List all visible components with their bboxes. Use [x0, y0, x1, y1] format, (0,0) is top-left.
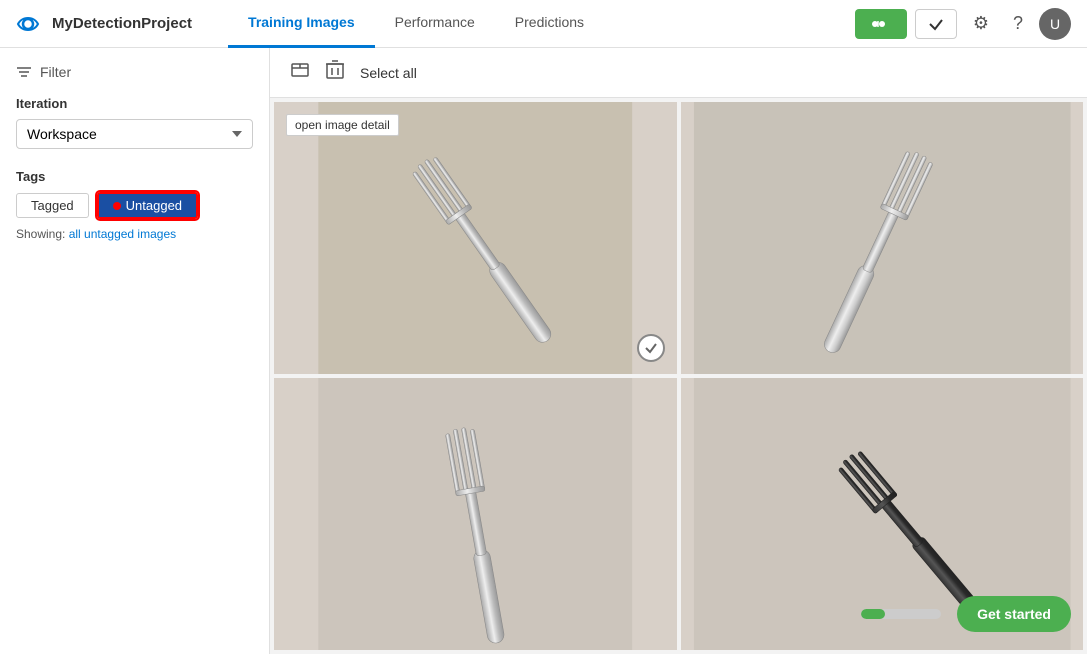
filter-row: Filter	[16, 64, 253, 80]
select-all-button[interactable]: Select all	[360, 65, 417, 81]
project-name: MyDetectionProject	[52, 15, 192, 32]
avatar: U	[1039, 8, 1071, 40]
header-actions: ⚙ ? U	[855, 8, 1071, 40]
tags-label: Tags	[16, 169, 253, 184]
image-cell-2[interactable]	[681, 102, 1084, 374]
filter-icon	[16, 64, 32, 80]
main-layout: Filter Iteration Workspace Tags Tagged U…	[0, 48, 1087, 654]
app-header: MyDetectionProject Training Images Perfo…	[0, 0, 1087, 48]
tab-performance[interactable]: Performance	[375, 0, 495, 48]
tagged-button[interactable]: Tagged	[16, 193, 89, 218]
tags-row: Tagged Untagged	[16, 192, 253, 219]
get-started-area: Get started	[861, 596, 1071, 632]
settings-button[interactable]: ⚙	[965, 9, 997, 38]
showing-prefix: Showing:	[16, 227, 69, 241]
main-nav: Training Images Performance Predictions	[228, 0, 843, 48]
main-content: Select all	[270, 48, 1087, 654]
image-cell-4[interactable]: Get started	[681, 378, 1084, 650]
check-circle-1[interactable]	[637, 334, 665, 362]
app-logo	[16, 12, 40, 36]
sidebar: Filter Iteration Workspace Tags Tagged U…	[0, 48, 270, 654]
red-dot	[113, 202, 121, 210]
untagged-label: Untagged	[126, 198, 182, 213]
iteration-select[interactable]: Workspace	[16, 119, 253, 149]
filter-label: Filter	[40, 64, 71, 80]
help-button[interactable]: ?	[1005, 9, 1031, 38]
delete-icon[interactable]	[326, 60, 344, 85]
image-cell-1[interactable]: open image detail	[274, 102, 677, 374]
train-button[interactable]	[855, 9, 907, 39]
progress-bar	[861, 609, 941, 619]
image-cell-3[interactable]	[274, 378, 677, 650]
showing-link[interactable]: all untagged images	[69, 227, 176, 241]
iteration-label: Iteration	[16, 96, 253, 111]
tab-training-images[interactable]: Training Images	[228, 0, 375, 48]
showing-text: Showing: all untagged images	[16, 227, 253, 241]
tab-predictions[interactable]: Predictions	[495, 0, 604, 48]
toolbar: Select all	[270, 48, 1087, 98]
add-images-icon[interactable]	[290, 60, 310, 85]
image-grid: open image detail	[270, 98, 1087, 654]
get-started-button[interactable]: Get started	[957, 596, 1071, 632]
check-button[interactable]	[915, 9, 957, 39]
untagged-button[interactable]: Untagged	[97, 192, 198, 219]
progress-fill	[861, 609, 885, 619]
